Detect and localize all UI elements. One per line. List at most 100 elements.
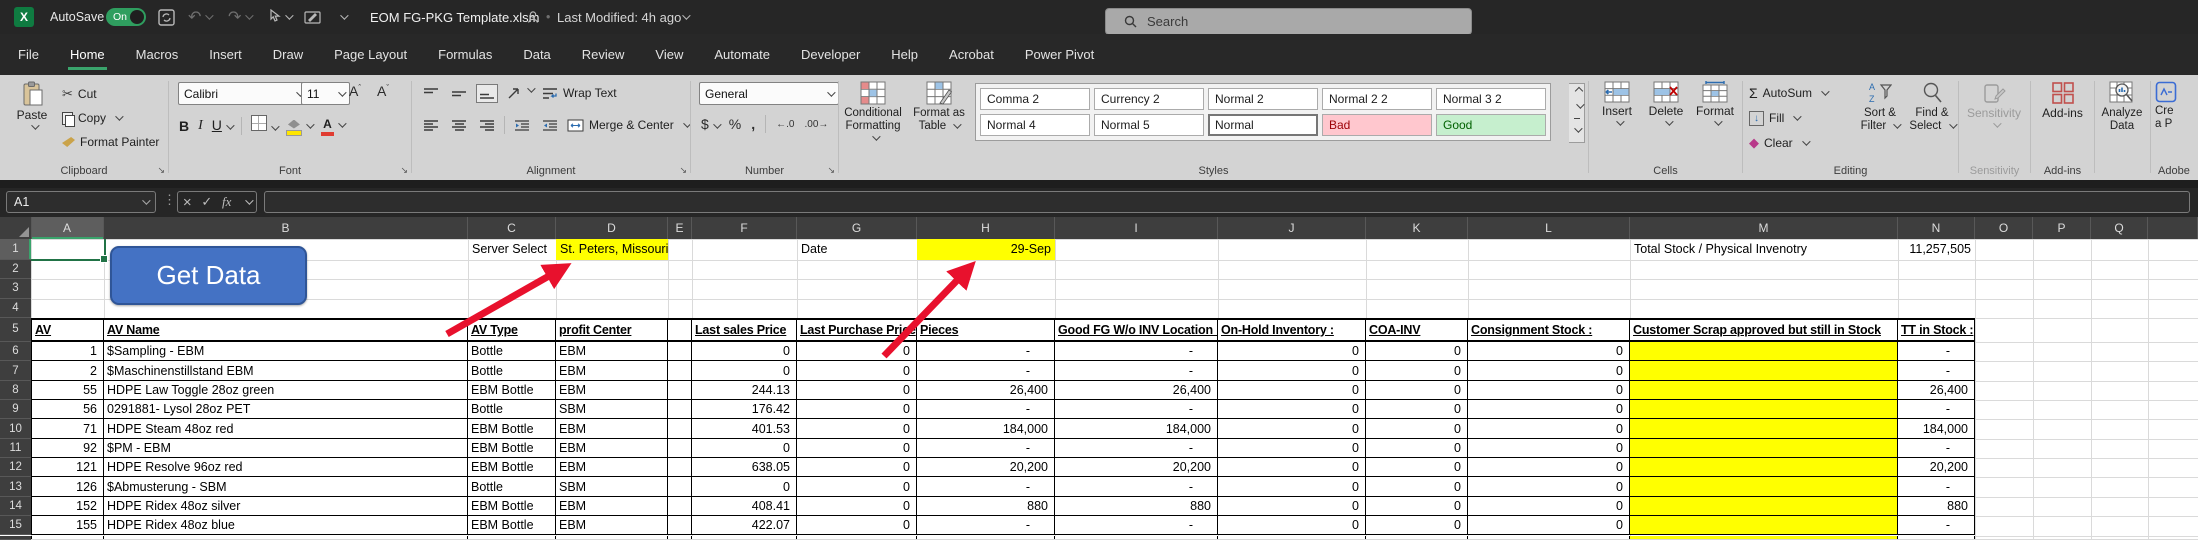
cell-I14[interactable]: 880 [1055, 497, 1218, 516]
cell-D14[interactable]: EBM [556, 497, 668, 516]
copy-button[interactable]: Copy [62, 108, 121, 128]
cell-N8[interactable]: 26,400 [1898, 381, 1975, 400]
column-header-B[interactable]: B [104, 217, 468, 239]
cell-B14[interactable]: HDPE Ridex 48oz silver [104, 497, 468, 516]
cell-E6[interactable] [668, 342, 692, 361]
cell-F11[interactable]: 0 [692, 439, 797, 458]
cell-D12[interactable]: EBM [556, 458, 668, 477]
cell-H9[interactable]: - [917, 400, 1055, 419]
save-icon[interactable] [158, 0, 175, 34]
cell-A14[interactable]: 152 [31, 497, 104, 516]
cell-K7[interactable]: 0 [1366, 361, 1468, 380]
style-normal-2[interactable]: Normal 2 [1208, 88, 1318, 110]
tab-acrobat[interactable]: Acrobat [947, 36, 996, 74]
fill-color-button[interactable] [286, 116, 312, 136]
align-right-button[interactable] [476, 116, 498, 135]
cell-L12[interactable]: 0 [1468, 458, 1630, 477]
find-select-button[interactable]: Find &Select [1909, 81, 1955, 132]
share-person-icon[interactable] [527, 0, 541, 34]
style-comma-2[interactable]: Comma 2 [980, 88, 1090, 110]
column-header-I[interactable]: I [1055, 217, 1218, 239]
header-cell-C5[interactable]: AV Type [468, 318, 556, 343]
cell-M13[interactable] [1630, 477, 1898, 496]
cell-D16[interactable] [556, 536, 668, 540]
style-currency-2[interactable]: Currency 2 [1094, 88, 1204, 110]
column-header-N[interactable]: N [1898, 217, 1975, 239]
gallery-up-icon[interactable] [1574, 87, 1582, 95]
cell-F13[interactable]: 0 [692, 477, 797, 496]
cell-K15[interactable]: 0 [1366, 516, 1468, 535]
cell-M16[interactable] [1630, 536, 1898, 540]
sort-filter-button[interactable]: AZ Sort &Filter [1855, 81, 1905, 132]
cell-K14[interactable]: 0 [1366, 497, 1468, 516]
fill-handle[interactable] [100, 255, 108, 263]
row-header-6[interactable]: 6 [0, 342, 31, 361]
cell-E7[interactable] [668, 361, 692, 380]
cell-L10[interactable]: 0 [1468, 419, 1630, 438]
header-cell-M5[interactable]: Customer Scrap approved but still in Sto… [1630, 318, 1898, 343]
cell-A8[interactable]: 55 [31, 381, 104, 400]
column-header-E[interactable]: E [668, 217, 692, 239]
row-header-5[interactable]: 5 [0, 318, 31, 343]
number-format-select[interactable]: General [699, 82, 838, 105]
undo-icon[interactable]: ↶ [188, 0, 211, 34]
cell-C15[interactable]: EBM Bottle [468, 516, 556, 535]
cell-M6[interactable] [1630, 342, 1898, 361]
cell-G14[interactable]: 0 [797, 497, 917, 516]
cell-I12[interactable]: 20,200 [1055, 458, 1218, 477]
row-header-8[interactable]: 8 [0, 381, 31, 400]
font-name-select[interactable]: Calibri [178, 82, 308, 105]
column-header-P[interactable]: P [2033, 217, 2091, 239]
wrap-text-button[interactable]: Wrap Text [542, 83, 617, 103]
cell-I9[interactable]: - [1055, 400, 1218, 419]
enter-icon[interactable]: ✓ [201, 194, 212, 210]
tab-automate[interactable]: Automate [712, 36, 772, 74]
cell-F15[interactable]: 422.07 [692, 516, 797, 535]
cell-M10[interactable] [1630, 419, 1898, 438]
row-header-9[interactable]: 9 [0, 400, 31, 419]
borders-button[interactable] [251, 115, 277, 136]
cell-J10[interactable]: 0 [1218, 419, 1366, 438]
cell-H12[interactable]: 20,200 [917, 458, 1055, 477]
create-pdf-button[interactable]: Crea P [2155, 81, 2198, 130]
row-header-1[interactable]: 1 [0, 239, 31, 260]
header-cell-I5[interactable]: Good FG W/o INV Location : [1055, 318, 1218, 343]
cut-button[interactable]: ✂Cut [62, 84, 97, 104]
cell-E11[interactable] [668, 439, 692, 458]
cell-J9[interactable]: 0 [1218, 400, 1366, 419]
cell-G8[interactable]: 0 [797, 381, 917, 400]
cell-C13[interactable]: Bottle [468, 477, 556, 496]
redo-icon[interactable]: ↷ [228, 0, 251, 34]
cell-G10[interactable]: 0 [797, 419, 917, 438]
insert-cells-button[interactable]: Insert [1595, 81, 1639, 126]
tab-macros[interactable]: Macros [134, 36, 181, 74]
delete-cells-button[interactable]: Delete [1644, 81, 1688, 126]
cell-H1[interactable]: 29-Sep [917, 239, 1055, 260]
cell-N7[interactable]: - [1898, 361, 1975, 380]
column-header-L[interactable]: L [1468, 217, 1630, 239]
cell-N11[interactable]: - [1898, 439, 1975, 458]
cell-J14[interactable]: 0 [1218, 497, 1366, 516]
cell-B16[interactable] [104, 536, 468, 540]
tab-view[interactable]: View [653, 36, 685, 74]
cell-L14[interactable]: 0 [1468, 497, 1630, 516]
cell-N14[interactable]: 880 [1898, 497, 1975, 516]
cell-E16[interactable] [668, 536, 692, 540]
style-normal-2-2[interactable]: Normal 2 2 [1322, 88, 1432, 110]
cell-F14[interactable]: 408.41 [692, 497, 797, 516]
cell-C9[interactable]: Bottle [468, 400, 556, 419]
cell-G1[interactable]: Date [797, 239, 917, 260]
cell-N16[interactable] [1898, 536, 1975, 540]
conditional-formatting-button[interactable]: ConditionalFormatting [841, 81, 905, 145]
cell-B15[interactable]: HDPE Ridex 48oz blue [104, 516, 468, 535]
decrease-decimal-button[interactable]: .00→ [804, 119, 828, 130]
cell-F6[interactable]: 0 [692, 342, 797, 361]
cell-J11[interactable]: 0 [1218, 439, 1366, 458]
style-normal-3-2[interactable]: Normal 3 2 [1436, 88, 1546, 110]
cell-N13[interactable]: - [1898, 477, 1975, 496]
style-bad[interactable]: Bad [1322, 114, 1432, 136]
cell-D13[interactable]: SBM [556, 477, 668, 496]
font-dialog-launcher-icon[interactable]: ↘ [400, 165, 408, 176]
cell-I8[interactable]: 26,400 [1055, 381, 1218, 400]
cell-C8[interactable]: EBM Bottle [468, 381, 556, 400]
